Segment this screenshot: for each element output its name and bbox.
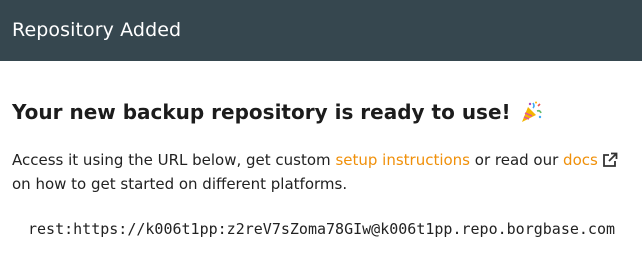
headline-text: Your new backup repository is ready to u…: [12, 100, 511, 124]
desc-text-1: Access it using the URL below, get custo…: [12, 151, 336, 169]
docs-link-label: docs: [563, 151, 598, 169]
docs-link[interactable]: docs: [563, 151, 620, 169]
dialog-body: Your new backup repository is ready to u…: [0, 100, 642, 238]
setup-instructions-link[interactable]: setup instructions: [335, 151, 470, 169]
external-link-icon: [602, 151, 618, 167]
repository-url[interactable]: rest:https://k006t1pp:z2reV7sZoma78GIw@k…: [28, 220, 630, 238]
desc-text-3: on how to get started on different platf…: [12, 175, 348, 193]
party-popper-icon: [519, 100, 543, 124]
desc-text-2: or read our: [470, 151, 564, 169]
dialog-title: Repository Added: [12, 18, 182, 41]
dialog-header: Repository Added: [0, 0, 642, 61]
repository-added-dialog: Repository Added Your new backup reposit…: [0, 0, 642, 262]
success-headline: Your new backup repository is ready to u…: [12, 100, 630, 124]
instructions-text: Access it using the URL below, get custo…: [12, 148, 630, 196]
